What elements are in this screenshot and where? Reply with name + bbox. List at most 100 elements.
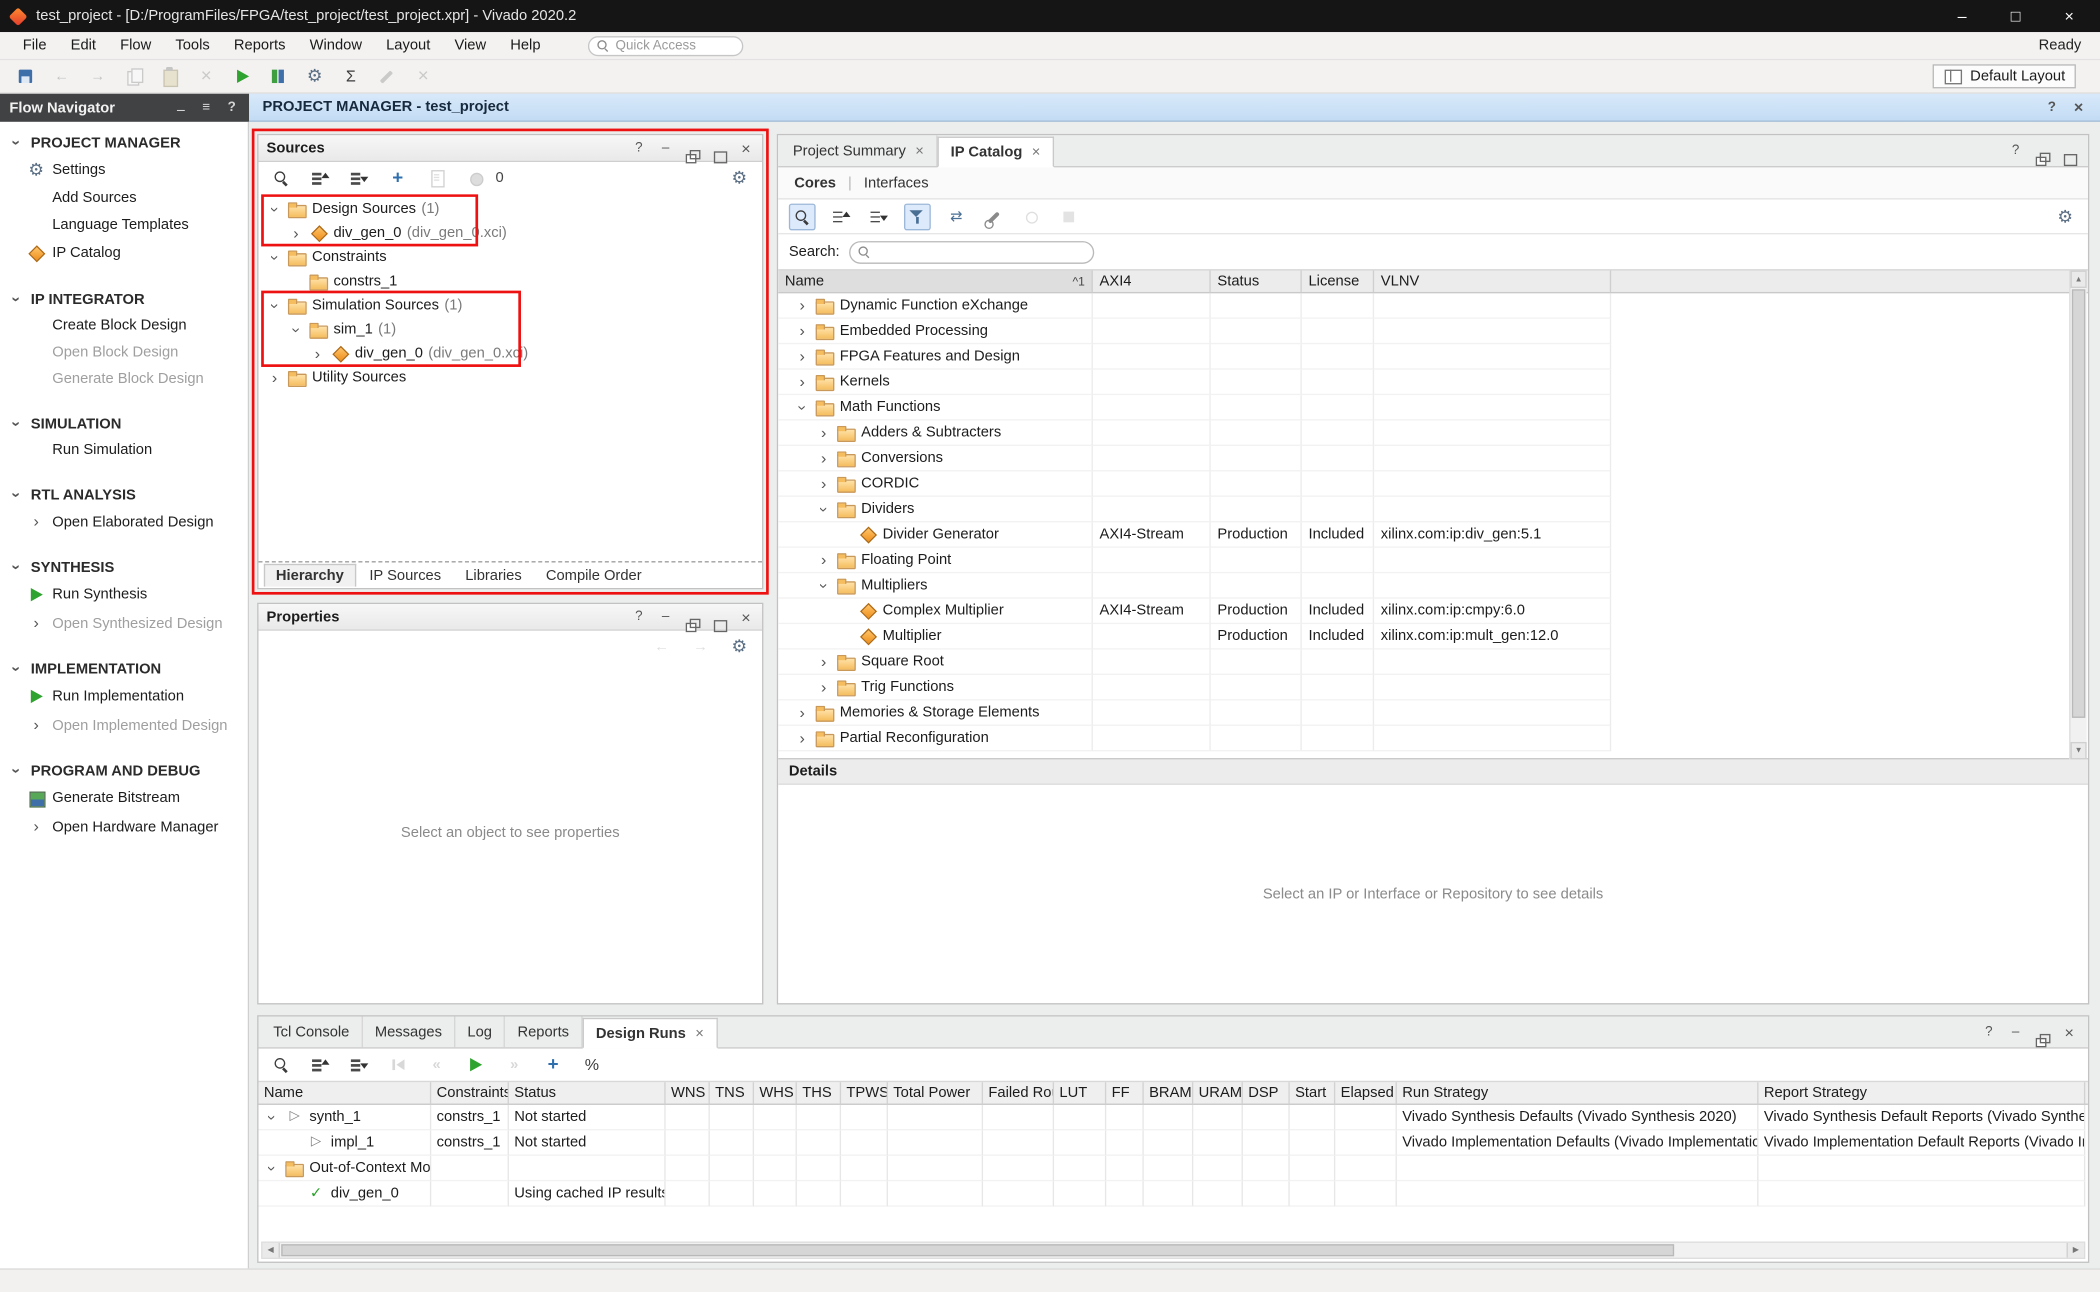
- chevron-right-icon[interactable]: [816, 449, 832, 466]
- help-icon[interactable]: [1981, 1025, 1997, 1040]
- sources-tab-hierarchy[interactable]: Hierarchy: [264, 564, 356, 587]
- column-header-tpws[interactable]: TPWS: [841, 1082, 888, 1103]
- source-tree-item[interactable]: constrs_1: [258, 269, 762, 293]
- column-header-license[interactable]: License: [1302, 271, 1374, 292]
- source-tree-item[interactable]: div_gen_0(div_gen_0.xci): [258, 221, 762, 245]
- chevron-right-icon[interactable]: [27, 615, 46, 632]
- column-header-ff[interactable]: FF: [1106, 1082, 1144, 1103]
- chevron-right-icon[interactable]: [794, 704, 810, 721]
- flow-item-generate-block-design[interactable]: Generate Block Design: [0, 366, 248, 393]
- source-tree-item[interactable]: sim_1(1): [258, 317, 762, 341]
- ip-catalog-row[interactable]: Floating Point: [778, 548, 2088, 573]
- plus-button[interactable]: [541, 1053, 565, 1077]
- ip-catalog-row[interactable]: Adders & Subtracters: [778, 421, 2088, 446]
- chevron-right-icon[interactable]: [794, 729, 810, 746]
- chevron-right-icon[interactable]: [816, 653, 832, 670]
- column-header-elapsed[interactable]: Elapsed: [1335, 1082, 1397, 1103]
- flow-item-ip-catalog[interactable]: IP Catalog: [0, 238, 248, 267]
- menu-reports[interactable]: Reports: [222, 35, 298, 56]
- maximize-button[interactable]: [2006, 7, 2025, 26]
- flow-section-header[interactable]: PROGRAM AND DEBUG: [0, 758, 248, 783]
- tab-messages[interactable]: Messages: [363, 1017, 456, 1048]
- ip-catalog-row[interactable]: FPGA Features and Design: [778, 344, 2088, 369]
- tab-design-runs[interactable]: Design Runs×: [582, 1018, 717, 1049]
- chevron-down-icon[interactable]: [287, 321, 304, 337]
- ip-catalog-row[interactable]: Multipliers: [778, 573, 2088, 598]
- source-tree-item[interactable]: Simulation Sources(1): [258, 293, 762, 317]
- plus-button[interactable]: [386, 166, 410, 190]
- design-run-row[interactable]: div_gen_0Using cached IP results: [258, 1181, 2087, 1206]
- column-header-whs[interactable]: WHS: [754, 1082, 797, 1103]
- chevron-right-icon[interactable]: [267, 369, 283, 386]
- column-header-start[interactable]: Start: [1290, 1082, 1336, 1103]
- subtab-interfaces[interactable]: Interfaces: [864, 175, 929, 191]
- column-header-lut[interactable]: LUT: [1054, 1082, 1106, 1103]
- flow-section-header[interactable]: IP INTEGRATOR: [0, 287, 248, 312]
- chevron-down-icon[interactable]: [815, 577, 832, 593]
- collapse-all-button[interactable]: [308, 166, 332, 190]
- vertical-scrollbar[interactable]: [2069, 271, 2086, 760]
- scroll-down-button[interactable]: [2071, 742, 2087, 759]
- minimize-icon[interactable]: [2008, 1025, 2024, 1040]
- flow-section-header[interactable]: SIMULATION: [0, 411, 248, 436]
- chevron-down-icon[interactable]: [7, 135, 24, 151]
- ip-catalog-row[interactable]: Partial Reconfiguration: [778, 726, 2088, 751]
- scroll-right-button[interactable]: [2067, 1243, 2084, 1258]
- menu-flow[interactable]: Flow: [108, 35, 163, 56]
- design-run-row[interactable]: synth_1constrs_1Not startedVivado Synthe…: [258, 1105, 2087, 1130]
- chevron-down-icon[interactable]: [263, 1109, 280, 1125]
- flow-item-run-synthesis[interactable]: Run Synthesis: [0, 580, 248, 609]
- horizontal-scrollbar[interactable]: [261, 1242, 2085, 1259]
- minimize-icon[interactable]: [658, 141, 674, 156]
- expand-all-button[interactable]: [867, 204, 891, 228]
- ip-catalog-row[interactable]: CORDIC: [778, 471, 2088, 496]
- design-run-row[interactable]: Out-of-Context Module Runs: [258, 1156, 2087, 1181]
- column-header-report-strategy[interactable]: Report Strategy: [1758, 1082, 2085, 1103]
- chevron-right-icon[interactable]: [816, 678, 832, 695]
- source-tree-item[interactable]: Constraints: [258, 245, 762, 269]
- expand-all-button[interactable]: [347, 166, 371, 190]
- chevron-down-icon[interactable]: [266, 201, 283, 217]
- column-header-bram[interactable]: BRAM: [1144, 1082, 1194, 1103]
- help-icon[interactable]: [631, 609, 647, 624]
- ip-catalog-row[interactable]: Math Functions: [778, 395, 2088, 420]
- chevron-right-icon[interactable]: [794, 348, 810, 365]
- close-button[interactable]: [2060, 7, 2079, 26]
- chevron-down-icon[interactable]: [7, 487, 24, 503]
- flow-item-open-hardware-manager[interactable]: Open Hardware Manager: [0, 813, 248, 841]
- chevron-right-icon[interactable]: [794, 373, 810, 390]
- close-icon[interactable]: [738, 607, 754, 626]
- ip-catalog-row[interactable]: Divider GeneratorAXI4-StreamProductionIn…: [778, 522, 2088, 547]
- play-button[interactable]: [230, 64, 254, 88]
- column-header-dsp[interactable]: DSP: [1243, 1082, 1290, 1103]
- column-header-axi4[interactable]: AXI4: [1093, 271, 1211, 292]
- flow-item-open-elaborated-design[interactable]: Open Elaborated Design: [0, 508, 248, 536]
- sigma-button[interactable]: [339, 64, 363, 88]
- chevron-down-icon[interactable]: [7, 763, 24, 779]
- ip-catalog-row[interactable]: Memories & Storage Elements: [778, 700, 2088, 725]
- filter-button[interactable]: [904, 203, 931, 230]
- chevron-right-icon[interactable]: [816, 475, 832, 492]
- menu-file[interactable]: File: [11, 35, 59, 56]
- close-icon[interactable]: [2071, 98, 2087, 117]
- ip-settings-button[interactable]: [2053, 204, 2077, 228]
- ip-catalog-row[interactable]: Conversions: [778, 446, 2088, 471]
- percent-button[interactable]: [580, 1053, 604, 1077]
- close-icon[interactable]: ×: [1032, 144, 1041, 160]
- chevron-right-icon[interactable]: [27, 717, 46, 734]
- flow-item-run-simulation[interactable]: Run Simulation: [0, 437, 248, 464]
- flow-item-open-implemented-design[interactable]: Open Implemented Design: [0, 711, 248, 739]
- save-button[interactable]: [13, 64, 37, 88]
- close-icon[interactable]: ×: [695, 1025, 704, 1041]
- ip-catalog-row[interactable]: MultiplierProductionIncludedxilinx.com:i…: [778, 624, 2088, 649]
- source-tree-item[interactable]: Design Sources(1): [258, 197, 762, 221]
- collapse-all-button[interactable]: [829, 204, 853, 228]
- design-run-row[interactable]: impl_1constrs_1Not startedVivado Impleme…: [258, 1130, 2087, 1155]
- column-header-tns[interactable]: TNS: [710, 1082, 754, 1103]
- menu-edit[interactable]: Edit: [59, 35, 109, 56]
- dock-icon[interactable]: [173, 100, 189, 115]
- properties-settings-button[interactable]: [727, 635, 751, 659]
- search-button[interactable]: [789, 203, 816, 230]
- layout-select[interactable]: Default Layout: [1933, 64, 2076, 88]
- column-header-status[interactable]: Status: [1211, 271, 1302, 292]
